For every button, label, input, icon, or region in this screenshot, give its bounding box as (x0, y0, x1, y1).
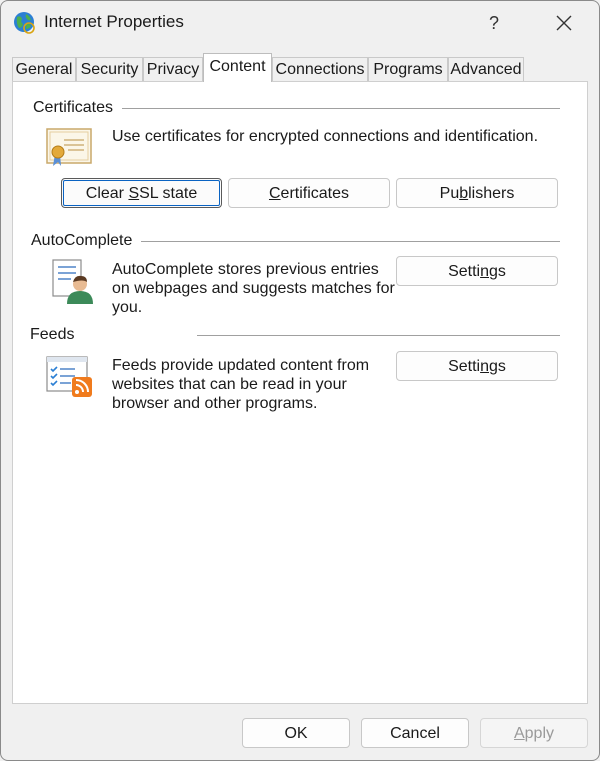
certificates-description: Use certificates for encrypted connectio… (112, 128, 539, 145)
publishers-label-mnemonic: b (459, 185, 469, 202)
globe-icon (14, 12, 35, 34)
clear-ssl-label-mnemonic: S (128, 185, 140, 202)
certificates-label-post: ertificates (280, 185, 350, 202)
clear-ssl-label-pre: Clear (85, 185, 129, 202)
tab-advanced[interactable]: Advanced (448, 57, 524, 81)
autocomplete-settings-button[interactable]: Settings (396, 256, 558, 286)
feeds-description: Feeds provide updated content from websi… (112, 356, 369, 413)
apply-label-mnemonic: A (513, 725, 525, 742)
autocomplete-description: AutoComplete stores previous entries on … (112, 260, 395, 317)
window-title: Internet Properties (44, 12, 184, 31)
certificates-heading: Certificates (33, 99, 114, 116)
tab-content[interactable]: Content (203, 53, 272, 82)
close-button[interactable] (548, 8, 580, 38)
feeds-settings-label-post: gs (489, 358, 506, 375)
publishers-label-pre: Pu (439, 185, 460, 202)
close-icon (556, 15, 572, 31)
certificate-icon (46, 128, 92, 166)
tab-security[interactable]: Security (76, 57, 143, 81)
clear-ssl-label-post: SL state (139, 185, 198, 202)
feeds-divider (197, 335, 560, 336)
autocomplete-icon (52, 259, 93, 304)
feeds-settings-button[interactable]: Settings (396, 351, 558, 381)
feeds-description-line: websites that can be read in your (112, 376, 347, 393)
feeds-description-line: browser and other programs. (112, 395, 318, 412)
tab-connections[interactable]: Connections (272, 57, 368, 81)
title-bar: Internet Properties ? (0, 0, 600, 46)
autocomplete-description-line: you. (112, 299, 143, 316)
certificates-label-mnemonic: C (268, 185, 281, 202)
certificates-button[interactable]: Certificates (228, 178, 390, 208)
ok-button[interactable]: OK (242, 718, 350, 748)
feeds-settings-label-pre: Setti (448, 358, 481, 375)
apply-label-post: pply (524, 725, 555, 742)
feeds-settings-label-mnemonic: n (480, 358, 489, 375)
tab-general[interactable]: General (12, 57, 76, 81)
cancel-button[interactable]: Cancel (361, 718, 469, 748)
publishers-label-post: lishers (468, 185, 515, 202)
feeds-heading: Feeds (30, 326, 75, 343)
autocomplete-settings-label-mnemonic: n (480, 263, 489, 280)
certificates-divider (122, 108, 560, 109)
feeds-icon (46, 356, 92, 397)
autocomplete-description-line: AutoComplete stores previous entries (112, 261, 379, 278)
tab-privacy[interactable]: Privacy (143, 57, 203, 81)
autocomplete-heading: AutoComplete (31, 232, 133, 249)
feeds-description-line: Feeds provide updated content from (112, 357, 370, 374)
autocomplete-settings-label-post: gs (489, 263, 506, 280)
help-button[interactable]: ? (478, 8, 510, 38)
tab-programs[interactable]: Programs (368, 57, 448, 81)
apply-button[interactable]: Apply (480, 718, 588, 748)
autocomplete-divider (141, 241, 560, 242)
autocomplete-settings-label-pre: Setti (448, 263, 481, 280)
publishers-button[interactable]: Publishers (396, 178, 558, 208)
clear-ssl-state-button[interactable]: Clear SSL state (61, 178, 222, 208)
autocomplete-description-line: on webpages and suggests matches for (112, 280, 395, 297)
